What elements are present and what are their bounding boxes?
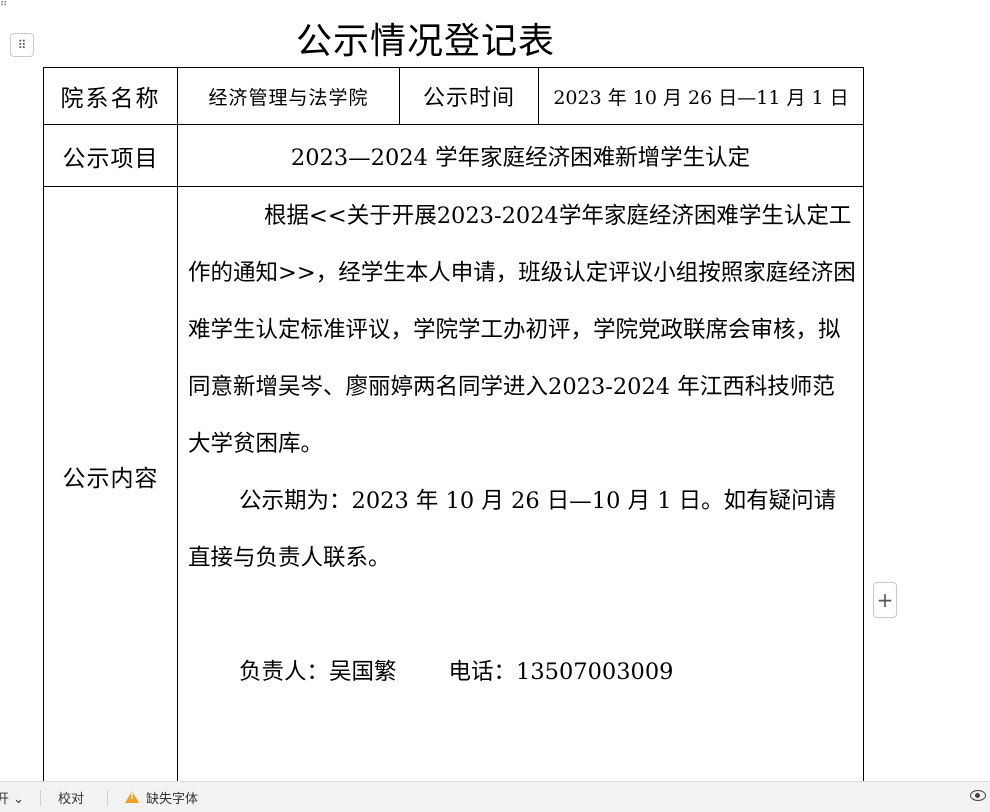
statusbar-separator	[40, 790, 41, 806]
item-label-cell[interactable]: 公示项目	[44, 125, 177, 186]
dept-value: 经济管理与法学院	[208, 86, 369, 109]
status-bar: 开 ⌄ 校对 缺失字体	[0, 781, 990, 812]
item-label: 公示项目	[62, 145, 159, 172]
dept-value-cell[interactable]: 经济管理与法学院	[178, 68, 399, 124]
content-body[interactable]: 根据<<关于开展2023-2024学年家庭经济困难学生认定工作的通知>>，经学生…	[188, 188, 856, 701]
drag-handle-icon[interactable]: ⠿	[0, 0, 10, 14]
contact-person: 负责人：吴国繁	[239, 659, 397, 685]
content-paragraph: 根据<<关于开展2023-2024学年家庭经济困难学生认定工作的通知>>，经学生…	[188, 203, 856, 457]
content-label-cell[interactable]: 公示内容	[44, 187, 177, 765]
contact-line: 负责人：吴国繁 电话：13507003009	[188, 644, 856, 701]
item-value-cell[interactable]: 2023—2024 学年家庭经济困难新增学生认定	[178, 125, 863, 186]
eye-icon[interactable]	[970, 790, 986, 801]
add-row-button[interactable]: +	[873, 582, 897, 618]
missing-fonts-button[interactable]: 缺失字体	[125, 782, 198, 812]
time-value-cell[interactable]: 2023 年 10 月 26 日—11 月 1 日	[539, 68, 863, 124]
warning-icon	[125, 791, 139, 803]
missing-fonts-label: 缺失字体	[146, 791, 199, 807]
proofread-label: 校对	[58, 791, 85, 807]
contact-phone: 电话：13507003009	[448, 659, 674, 685]
time-label-cell[interactable]: 公示时间	[400, 68, 538, 124]
table-move-handle-icon[interactable]: ⠿	[10, 33, 34, 57]
item-value: 2023—2024 学年家庭经济困难新增学生认定	[290, 144, 751, 171]
dept-label: 院系名称	[60, 86, 161, 112]
statusbar-separator	[107, 790, 108, 806]
statusbar-menu-label: 开 ⌄	[0, 791, 25, 807]
time-value: 2023 年 10 月 26 日—11 月 1 日	[553, 86, 849, 109]
content-paragraph: 公示期为：2023 年 10 月 26 日—10 月 1 日。如有疑问请直接与负…	[188, 488, 837, 571]
statusbar-menu[interactable]: 开 ⌄	[0, 782, 24, 812]
proofread-button[interactable]: 校对	[58, 782, 84, 812]
dept-label-cell[interactable]: 院系名称	[44, 68, 177, 124]
time-label: 公示时间	[422, 86, 515, 111]
content-label: 公示内容	[62, 466, 159, 492]
document-title: 公示情况登记表	[296, 21, 556, 62]
table-border-right	[863, 67, 864, 781]
